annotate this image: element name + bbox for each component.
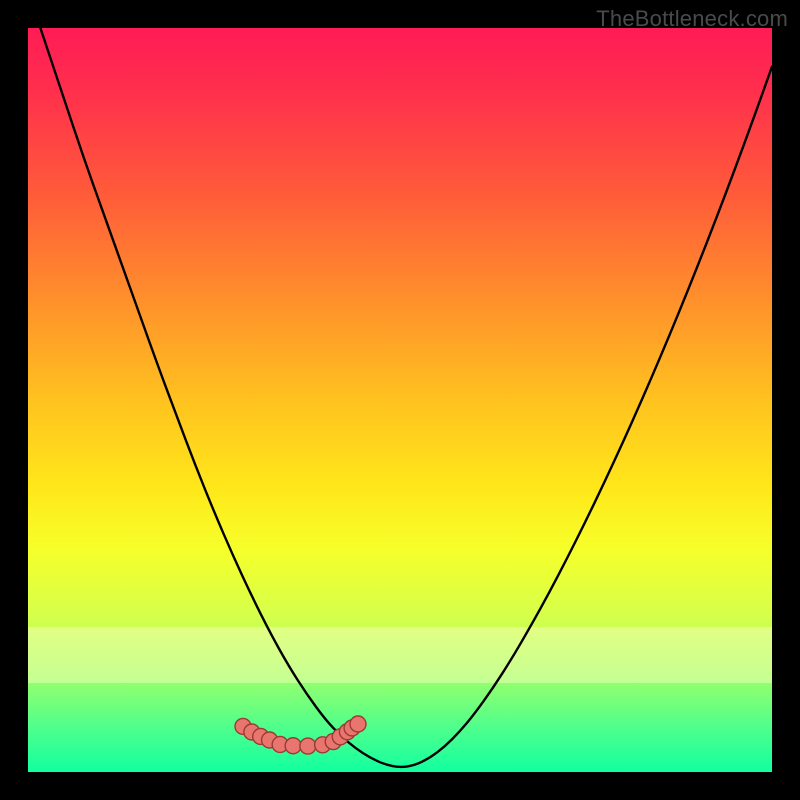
chart-svg (28, 28, 772, 772)
watermark-text: TheBottleneck.com (596, 6, 788, 32)
bottleneck-curve (28, 28, 772, 767)
data-marker (285, 738, 301, 754)
data-marker (350, 716, 366, 732)
marker-group (235, 716, 366, 754)
data-marker (300, 738, 316, 754)
frame: TheBottleneck.com (0, 0, 800, 800)
plot-area (28, 28, 772, 772)
